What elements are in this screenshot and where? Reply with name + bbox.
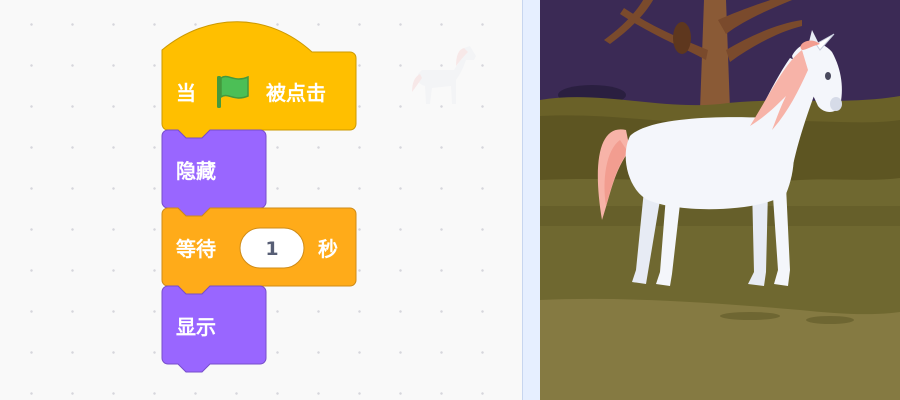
sprite-thumbnail-icon bbox=[412, 46, 476, 104]
wait-label-before: 等待 bbox=[176, 237, 216, 261]
hide-block[interactable]: 隐藏 bbox=[161, 129, 267, 217]
show-block[interactable]: 显示 bbox=[161, 285, 267, 373]
when-label-before: 当 bbox=[176, 81, 196, 105]
meadow-shadow bbox=[540, 206, 900, 226]
hide-label: 隐藏 bbox=[176, 159, 216, 183]
stage[interactable] bbox=[540, 0, 900, 400]
script-stack[interactable]: 当 被点击 隐藏 等待 1 秒 显示 bbox=[150, 20, 370, 390]
stage-canvas[interactable] bbox=[540, 0, 900, 400]
foreground-ground bbox=[540, 298, 900, 400]
when-flag-clicked-block[interactable]: 当 被点击 bbox=[161, 21, 357, 139]
show-label: 显示 bbox=[176, 315, 216, 339]
when-label-after: 被点击 bbox=[266, 81, 326, 105]
wait-seconds-value: 1 bbox=[265, 238, 278, 260]
panel-divider bbox=[522, 0, 541, 400]
wait-label-after: 秒 bbox=[318, 237, 338, 261]
wait-seconds-block[interactable]: 等待 1 秒 bbox=[161, 207, 357, 295]
code-workspace[interactable]: 当 被点击 隐藏 等待 1 秒 显示 bbox=[0, 0, 522, 400]
